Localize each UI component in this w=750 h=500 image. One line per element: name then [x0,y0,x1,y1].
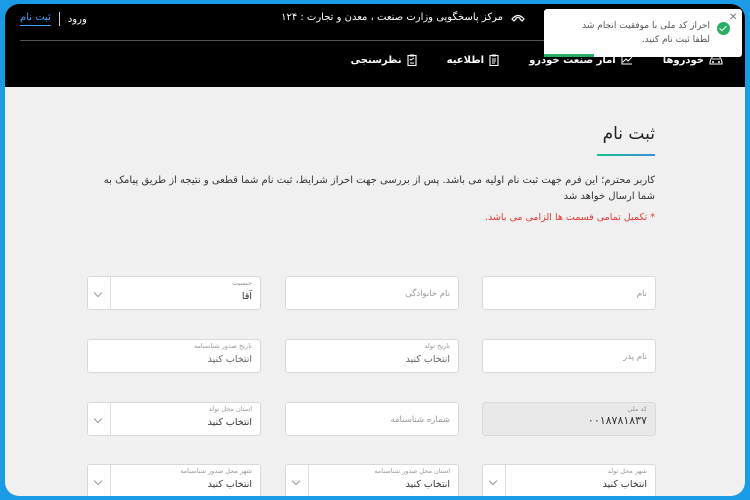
chevron-down-icon[interactable] [488,476,498,486]
first-name-field[interactable]: نام [482,276,656,310]
select-value: انتخاب کنید [207,417,252,428]
field-label: تاریخ تولد [424,342,450,350]
header-divider [20,40,615,41]
birth-city-select[interactable]: شهر محل تولد انتخاب کنید [482,464,656,496]
field-placeholder: نام پدر [623,352,647,362]
nav-label: نظرسنجی [350,54,402,66]
field-label: شهر محل تولد [607,467,647,475]
issue-province-select[interactable]: استان محل صدور شناسنامه انتخاب کنید [285,464,459,496]
select-divider [308,465,309,496]
field-label: استان محل تولد [208,405,252,413]
required-note: * تکمیل تمامی قسمت ها الزامی می باشد. [484,212,655,223]
success-toast: احراز کد ملی با موفقیت انجام شد لطفا ثبت… [544,9,742,57]
check-circle-icon [717,22,730,35]
survey-icon [407,54,417,66]
national-code-value: ۰۰۱۸۷۸۱۸۳۷ [587,414,647,427]
field-label: کد ملی [627,405,647,413]
intro-text: کاربر محترم؛ این فرم جهت ثبت نام اولیه م… [103,175,655,202]
select-divider [110,277,111,309]
auth-links: ثبت نام ورود [20,12,87,26]
field-label: شهر محل صدور شناسنامه [180,467,252,475]
select-divider [110,465,111,496]
select-value: انتخاب کنید [207,479,252,490]
toast-line-1: احراز کد ملی با موفقیت انجام شد [582,21,710,31]
nav-item-announcements[interactable]: اطلاعیه [447,54,499,66]
clipboard-icon [489,54,499,66]
field-label: تاریخ صدور شناسنامه [193,342,252,350]
app-window: مرکز پاسخگویی وزارت صنعت ، معدن و تجارت … [5,4,745,496]
father-name-field[interactable]: نام پدر [482,339,656,373]
title-underline [597,154,655,156]
nav-label: اطلاعیه [446,54,485,66]
birth-province-select[interactable]: استان محل تولد انتخاب کنید [87,402,261,436]
signup-link[interactable]: ثبت نام [20,12,51,26]
field-placeholder: نام [636,289,647,299]
chevron-down-icon[interactable] [93,288,103,298]
toast-line-2: لطفا ثبت نام کنید. [641,35,710,45]
toast-message: احراز کد ملی با موفقیت انجام شد لطفا ثبت… [582,19,710,47]
picker-value: انتخاب کنید [207,354,252,365]
select-value: انتخاب کنید [405,479,450,490]
birth-date-picker[interactable]: تاریخ تولد انتخاب کنید [285,339,459,373]
page-title: ثبت نام [602,124,655,144]
field-label: استان محل صدور شناسنامه [374,467,450,475]
call-center-info: مرکز پاسخگویی وزارت صنعت ، معدن و تجارت … [281,12,525,23]
close-icon[interactable]: ✕ [729,12,737,23]
field-placeholder: نام خانوادگی [405,289,450,299]
select-value: آقا [241,291,252,302]
field-placeholder: شماره شناسنامه [390,415,450,425]
gender-select[interactable]: جنسیت آقا [87,276,261,310]
issue-city-select[interactable]: شهر محل صدور شناسنامه انتخاب کنید [87,464,261,496]
call-center-text: مرکز پاسخگویی وزارت صنعت ، معدن و تجارت … [281,12,503,23]
phone-icon [511,14,525,22]
field-label: جنسیت [231,279,252,287]
nav-item-survey[interactable]: نظرسنجی [351,54,417,66]
last-name-field[interactable]: نام خانوادگی [285,276,459,310]
chevron-down-icon[interactable] [93,414,103,424]
select-divider [505,465,506,496]
toast-progress-bar [544,54,594,57]
id-issue-date-picker[interactable]: تاریخ صدور شناسنامه انتخاب کنید [87,339,261,373]
chevron-down-icon[interactable] [93,476,103,486]
auth-separator [58,12,60,26]
chevron-down-icon[interactable] [291,476,301,486]
id-number-field[interactable]: شماره شناسنامه [285,402,459,436]
select-divider [110,403,111,435]
picker-value: انتخاب کنید [405,354,450,365]
login-link[interactable]: ورود [68,14,87,25]
national-code-field: کد ملی ۰۰۱۸۷۸۱۸۳۷ [482,402,656,436]
select-value: انتخاب کنید [602,479,647,490]
